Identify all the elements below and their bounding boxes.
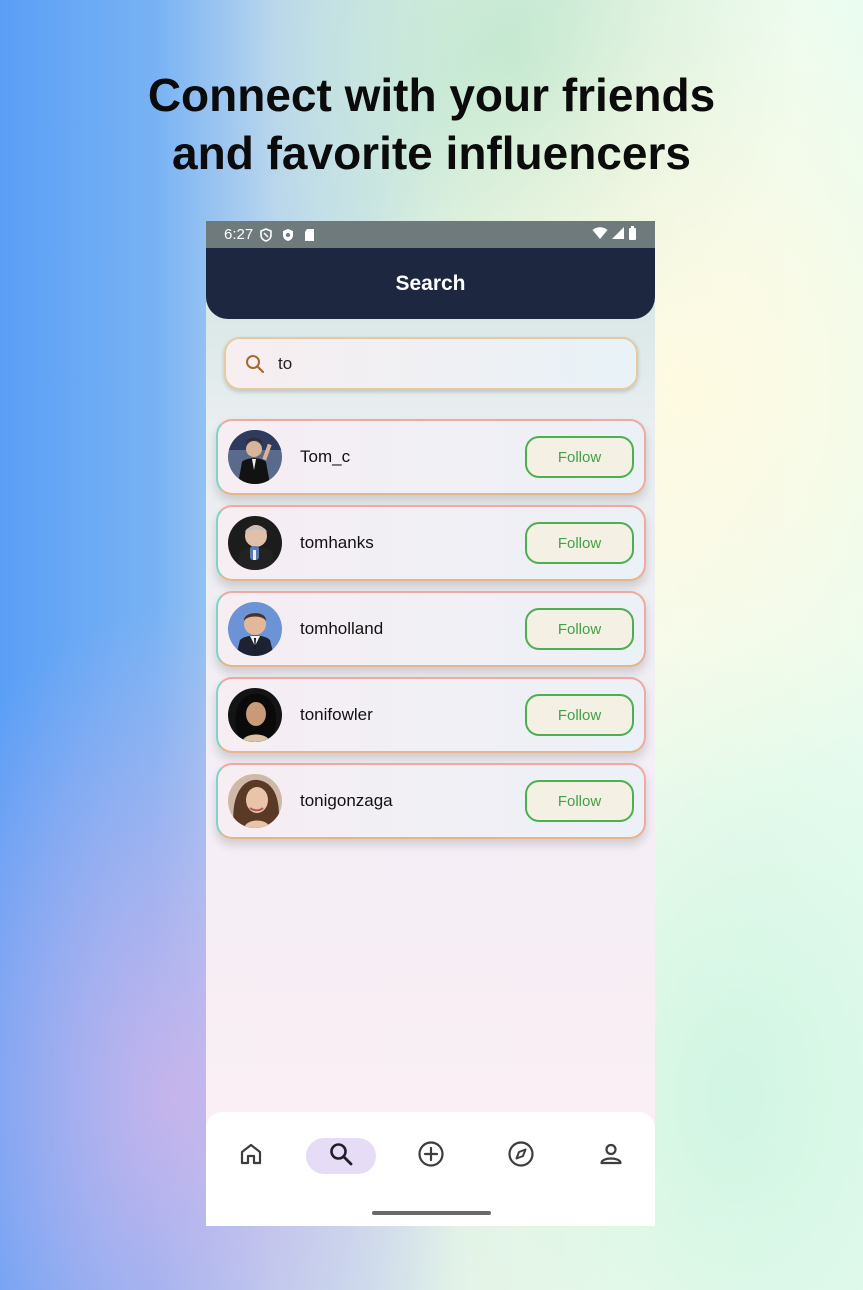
avatar bbox=[228, 516, 282, 570]
app-bar: Search bbox=[206, 248, 655, 319]
status-bar: 6:27 bbox=[206, 221, 655, 248]
search-bar[interactable] bbox=[224, 337, 638, 390]
bottom-navigation bbox=[206, 1112, 655, 1226]
headline: Connect with your friends and favorite i… bbox=[0, 66, 863, 182]
list-item[interactable]: tonigonzaga Follow bbox=[216, 763, 646, 839]
status-time: 6:27 bbox=[224, 226, 254, 243]
avatar bbox=[228, 430, 282, 484]
nav-search[interactable] bbox=[306, 1138, 376, 1174]
nav-explore[interactable] bbox=[486, 1138, 556, 1174]
follow-button[interactable]: Follow bbox=[525, 780, 634, 822]
username: tonifowler bbox=[300, 705, 373, 724]
username: tonigonzaga bbox=[300, 791, 393, 810]
search-icon bbox=[328, 1141, 354, 1172]
add-circle-icon bbox=[417, 1140, 445, 1173]
shield-outline-icon bbox=[259, 227, 273, 242]
avatar bbox=[228, 602, 282, 656]
headline-line-1: Connect with your friends bbox=[147, 69, 716, 121]
list-item[interactable]: tomhanks Follow bbox=[216, 505, 646, 581]
nav-profile[interactable] bbox=[576, 1138, 646, 1174]
page-title: Search bbox=[395, 271, 466, 295]
follow-button[interactable]: Follow bbox=[525, 522, 634, 564]
follow-button[interactable]: Follow bbox=[525, 608, 634, 650]
search-results-list: Tom_c Follow tomhanks Follow tomholland … bbox=[216, 419, 647, 849]
username: Tom_c bbox=[300, 447, 351, 466]
profile-icon bbox=[598, 1141, 624, 1172]
username: tomholland bbox=[300, 619, 384, 638]
explore-compass-icon bbox=[507, 1140, 535, 1173]
follow-button[interactable]: Follow bbox=[525, 694, 634, 736]
battery-icon bbox=[628, 225, 637, 244]
follow-button[interactable]: Follow bbox=[525, 436, 634, 478]
home-icon bbox=[238, 1141, 264, 1172]
username: tomhanks bbox=[300, 533, 374, 552]
headline-line-2: and favorite influencers bbox=[172, 127, 691, 179]
avatar bbox=[228, 688, 282, 742]
list-item[interactable]: Tom_c Follow bbox=[216, 419, 646, 495]
cellular-signal-icon bbox=[611, 226, 625, 244]
gesture-handle[interactable] bbox=[372, 1211, 491, 1215]
sd-card-icon bbox=[303, 228, 317, 242]
nav-home[interactable] bbox=[216, 1138, 286, 1174]
avatar bbox=[228, 774, 282, 828]
wifi-icon bbox=[592, 226, 608, 244]
search-input[interactable] bbox=[278, 353, 608, 374]
list-item[interactable]: tonifowler Follow bbox=[216, 677, 646, 753]
search-icon bbox=[244, 353, 266, 375]
list-item[interactable]: tomholland Follow bbox=[216, 591, 646, 667]
nav-create[interactable] bbox=[396, 1138, 466, 1174]
phone-screen: 6:27 Search to Tom_c Follow tomhanks Fol… bbox=[206, 221, 655, 1226]
shield-filled-icon bbox=[281, 228, 295, 242]
